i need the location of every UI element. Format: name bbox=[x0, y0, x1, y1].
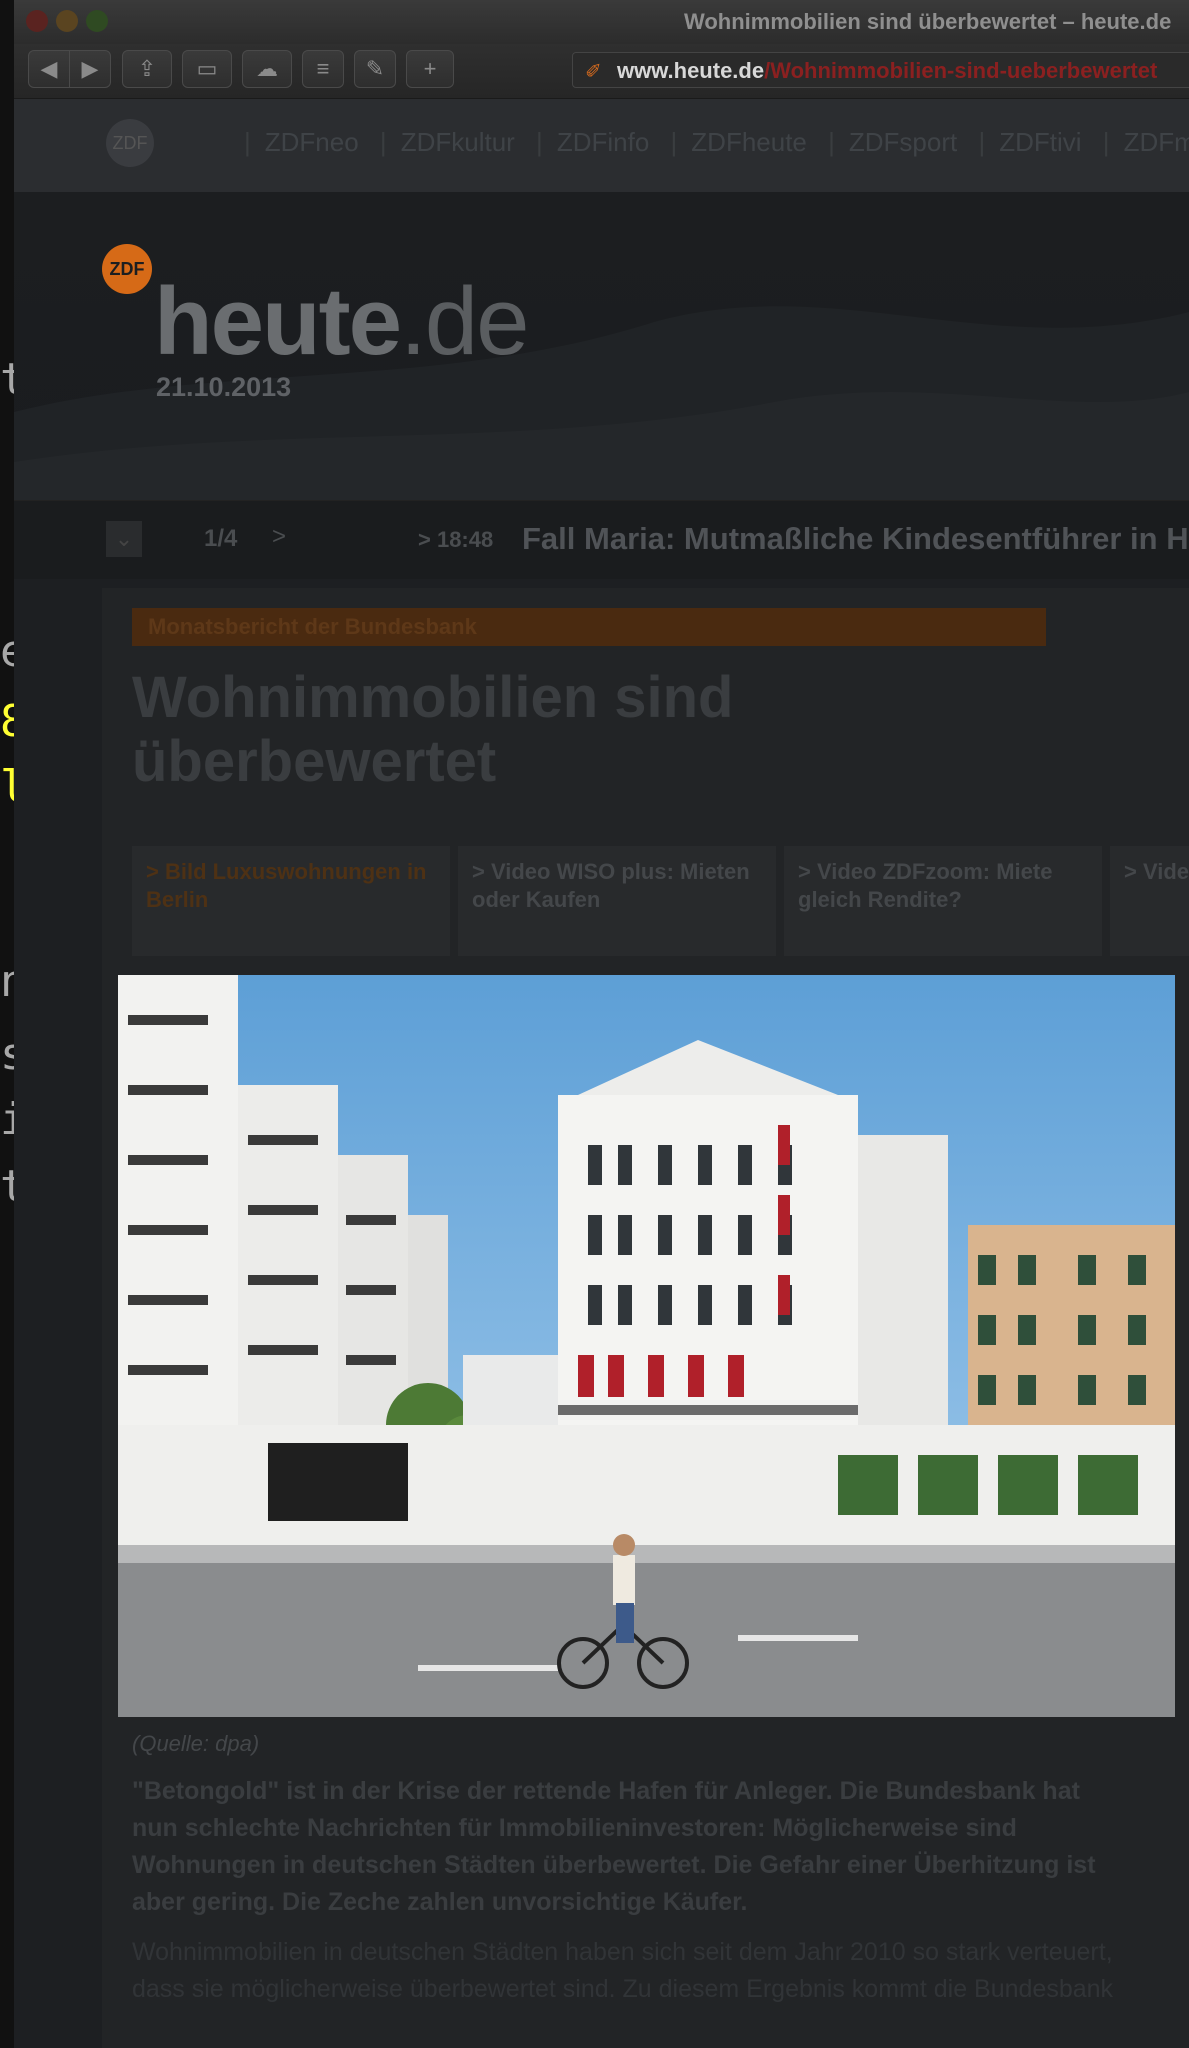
browser-toolbar: ◀ ▶ ⇪ ▭ ☁ ≡ ✎ + ✐ www.heute.de/Wohnimmob… bbox=[14, 44, 1189, 99]
icloud-tabs-button[interactable]: ☁ bbox=[242, 50, 292, 88]
forward-button[interactable]: ▶ bbox=[69, 50, 111, 88]
buildings-photo-image bbox=[118, 975, 1175, 1717]
wrench-icon: ✎ bbox=[365, 56, 385, 81]
list-icon: ≡ bbox=[316, 56, 330, 81]
zoom-window-button[interactable] bbox=[86, 10, 108, 32]
back-arrow-icon: ◀ bbox=[40, 56, 58, 81]
tools-button[interactable]: ✎ bbox=[354, 50, 396, 88]
bookmarks-button[interactable]: ▭ bbox=[182, 50, 232, 88]
new-tab-button[interactable]: + bbox=[406, 50, 454, 88]
share-icon: ⇪ bbox=[137, 56, 157, 81]
back-button[interactable]: ◀ bbox=[28, 50, 70, 88]
book-icon: ▭ bbox=[196, 56, 218, 81]
address-bar[interactable]: ✐ www.heute.de/Wohnimmobilien-sind-ueber… bbox=[572, 52, 1189, 88]
url-host: www.heute.de bbox=[617, 58, 765, 83]
window-title: Wohnimmobilien sind überbewertet – heute… bbox=[684, 9, 1172, 34]
url-path: /Wohnimmobilien-sind-ueberbewertet bbox=[764, 58, 1158, 83]
share-button[interactable]: ⇪ bbox=[122, 50, 172, 88]
reader-list-button[interactable]: ≡ bbox=[302, 50, 344, 88]
close-window-button[interactable] bbox=[26, 10, 48, 32]
article-photo[interactable] bbox=[118, 975, 1175, 1717]
site-favicon-icon: ✐ bbox=[585, 61, 602, 83]
plus-icon: + bbox=[423, 56, 437, 81]
minimize-window-button[interactable] bbox=[56, 10, 78, 32]
forward-arrow-icon: ▶ bbox=[81, 56, 99, 81]
title-bar: Wohnimmobilien sind überbewertet – heute… bbox=[14, 0, 1189, 44]
cloud-icon: ☁ bbox=[256, 56, 278, 81]
